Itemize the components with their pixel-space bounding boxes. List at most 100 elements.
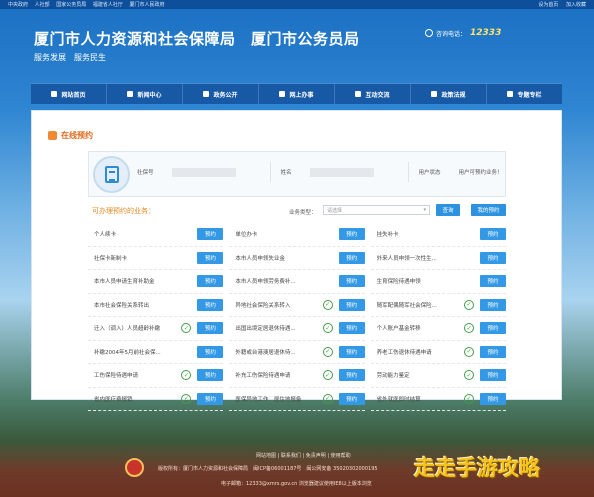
book-button[interactable]: 预约 (338, 251, 365, 264)
service-item: 外来人员申领一次性生... ✓预约 (370, 247, 506, 270)
service-item: 出国出境定居退休待遇... ✓ 预约 (229, 317, 365, 341)
book-button[interactable]: 预约 (479, 369, 506, 382)
check-circle-icon: ✓ (463, 323, 474, 334)
service-item: 本市人员申领失业金 ✓预约 (229, 247, 365, 270)
document-icon (104, 166, 119, 183)
service-actions: ✓预约 (181, 345, 224, 358)
nav-online-service[interactable]: 网上办事 (259, 84, 335, 104)
nav-label: 政务公开 (213, 91, 238, 99)
top-link[interactable]: 人社部 (35, 2, 50, 8)
service-actions: ✓预约 (464, 251, 506, 264)
business-type-select[interactable]: 请选择 ▾ (323, 205, 430, 215)
service-item: 单位办卡 ✓预约 (229, 223, 365, 247)
book-button[interactable]: 预约 (479, 275, 506, 288)
book-button[interactable]: 预约 (479, 322, 506, 335)
top-link[interactable]: 福建省人社厅 (93, 2, 123, 8)
nav-policy[interactable]: 政策法规 (411, 84, 487, 104)
service-name: 迁入（调入）人员超龄补缴 (94, 326, 161, 333)
service-item: 社保卡新制卡 ✓预约 (88, 247, 224, 270)
book-button[interactable]: 预约 (338, 392, 365, 405)
service-name: 养老工伤退休待遇申请 (376, 349, 432, 356)
book-button[interactable]: 预约 (479, 251, 506, 264)
service-name: 社保卡新制卡 (94, 255, 128, 262)
book-button[interactable]: 预约 (338, 369, 365, 382)
book-button[interactable]: 预约 (197, 298, 224, 311)
service-name: 工伤保险待遇申请 (94, 373, 139, 380)
book-button[interactable]: 预约 (197, 392, 224, 405)
my-appointments-button[interactable]: 我的预约 (471, 204, 506, 216)
service-item: 工伤保险待遇申请 ✓ 预约 (88, 364, 224, 388)
nav-home[interactable]: 网站首页 (31, 84, 107, 104)
nav-gov-affairs[interactable]: 政务公开 (183, 84, 259, 104)
avatar (93, 156, 130, 193)
nav-label: 网上办事 (289, 91, 314, 99)
service-name: 本市社会保险关系转出 (94, 302, 150, 309)
book-button[interactable]: 预约 (197, 345, 224, 358)
type-placeholder: 请选择 (327, 208, 343, 214)
service-item: 医保异地工作、居住地报备 ✓ 预约 (229, 388, 365, 411)
book-button[interactable]: 预约 (479, 228, 506, 241)
nav-interaction[interactable]: 互动交流 (335, 84, 411, 104)
set-homepage-link[interactable]: 设为首页 (538, 2, 558, 8)
book-button[interactable]: 预约 (479, 392, 506, 405)
site-title: 厦门市人力资源和社会保障局 厦门市公务员局 (34, 30, 360, 48)
book-button[interactable]: 预约 (338, 228, 365, 241)
service-actions: ✓预约 (322, 298, 365, 311)
nav-special[interactable]: 专题专栏 (487, 84, 562, 104)
nav-news[interactable]: 新闻中心 (107, 84, 183, 104)
service-name: 异地社会保险关系转入 (235, 302, 291, 309)
service-name: 本市人员申领劳务费补... (235, 279, 296, 286)
service-actions: ✓ 预约 (463, 322, 506, 335)
top-link[interactable]: 厦门市人民政府 (129, 2, 164, 8)
service-name: 单位办卡 (235, 232, 258, 239)
nav-label: 网站首页 (61, 91, 86, 99)
add-favorite-link[interactable]: 加入收藏 (566, 2, 586, 8)
service-name: 外来人员申领一次性生... (376, 255, 437, 262)
service-item: 个人续卡 ✓预约 (88, 223, 224, 247)
top-link[interactable]: 中央政府 (8, 2, 28, 8)
top-link[interactable]: 国家公务员局 (56, 2, 86, 8)
service-actions: ✓预约 (463, 298, 506, 311)
service-actions: ✓预约 (181, 251, 224, 264)
chat-icon (355, 91, 362, 97)
book-button[interactable]: 预约 (479, 345, 506, 358)
top-links: 中央政府 人社部 国家公务员局 福建省人社厅 厦门市人民政府 (8, 1, 169, 8)
service-name: 生育保险待遇申领 (376, 279, 421, 286)
book-button[interactable]: 预约 (197, 251, 224, 264)
check-circle-icon: ✓ (322, 323, 333, 334)
book-button[interactable]: 预约 (197, 322, 224, 335)
footer-links[interactable]: 网站地图 | 联系我们 | 免责声明 | 使用帮助 (256, 452, 351, 459)
service-actions: ✓预约 (463, 345, 506, 358)
book-button[interactable]: 预约 (479, 298, 506, 311)
book-button[interactable]: 预约 (338, 322, 365, 335)
service-item: 外籍或台港澳居退休待... ✓ 预约 (229, 341, 365, 364)
query-button[interactable]: 查询 (436, 204, 460, 216)
service-item: 个人账户基金转移 ✓ 预约 (370, 317, 506, 341)
book-button[interactable]: 预约 (338, 345, 365, 358)
book-button[interactable]: 预约 (338, 298, 365, 311)
service-name: 出国出境定居退休待遇... (235, 326, 296, 333)
book-button[interactable]: 预约 (197, 275, 224, 288)
book-button[interactable]: 预约 (197, 228, 224, 241)
service-name: 本市人员申领失业金 (235, 255, 285, 262)
service-item: 挂失补卡 ✓预约 (370, 223, 506, 247)
check-circle-icon: ✓ (181, 370, 192, 381)
appointment-panel: 在线预约 社保号 姓名 用户状态 用户可预约业务！ 可办理预约的业务： 业务类型… (31, 110, 562, 411)
watermark: 走走手游攻略 (414, 456, 540, 480)
ssn-label: 社保号 (137, 170, 154, 176)
divider (269, 162, 271, 182)
service-name: 补缴2004年5月前社会保... (94, 349, 161, 356)
book-button[interactable]: 预约 (338, 275, 365, 288)
ssn-value-redacted (171, 167, 236, 177)
service-actions: ✓预约 (181, 228, 224, 241)
star-icon (507, 91, 514, 97)
service-name: 补充工伤保险待遇申请 (235, 373, 291, 380)
book-button[interactable]: 预约 (197, 369, 224, 382)
type-label: 业务类型： (289, 210, 317, 216)
service-item: 本市社会保险关系转出 ✓预约 (88, 294, 224, 317)
nav-label: 新闻中心 (137, 91, 162, 99)
service-name: 个人续卡 (94, 232, 117, 239)
book-icon (431, 91, 438, 97)
service-actions: ✓ 预约 (322, 322, 365, 335)
service-actions: ✓预约 (181, 275, 224, 288)
